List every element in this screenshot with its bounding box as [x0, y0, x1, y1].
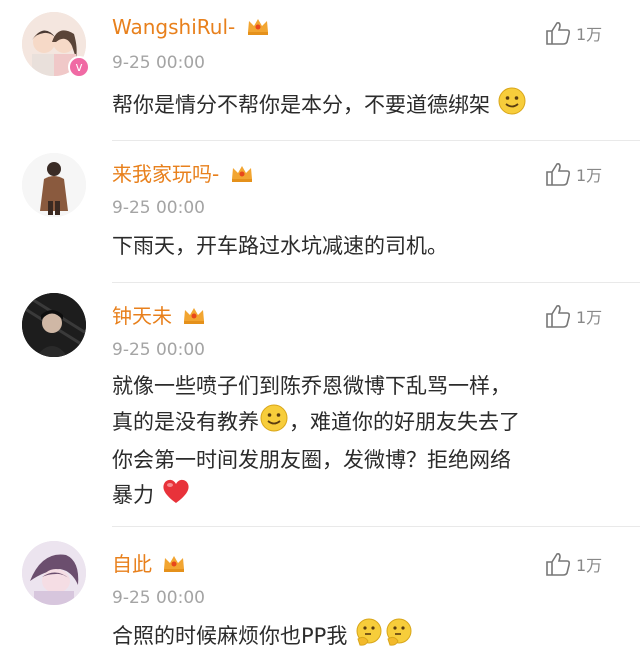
crown-icon — [182, 305, 206, 331]
thinking-emoji-icon — [354, 617, 384, 657]
comment-text: 合照的时候麻烦你也PP我 — [112, 617, 622, 657]
thumbs-up-icon — [546, 553, 571, 576]
smile-emoji-icon — [259, 403, 289, 443]
anime-avatar-icon — [22, 541, 86, 605]
dark-avatar-icon — [22, 293, 86, 357]
heart-icon — [161, 477, 191, 515]
comment-2: 来我家玩吗- 9-25 00:00 1万 下雨天，开车路过水坑减速的司机。 — [0, 141, 640, 281]
like-count: 1万 — [576, 308, 603, 327]
username[interactable]: WangshiRul- — [112, 14, 270, 42]
timestamp: 9-25 00:00 — [112, 198, 205, 218]
like-count: 1万 — [576, 25, 603, 44]
crown-icon — [246, 16, 270, 42]
thinking-emoji-icon — [384, 617, 414, 657]
like-button[interactable]: 1万 — [544, 551, 602, 577]
timestamp: 9-25 00:00 — [112, 340, 205, 360]
comment-1: v WangshiRul- 9-25 00:00 1万 帮你是情分不帮你是本分，… — [0, 0, 640, 140]
vip-badge: v — [68, 56, 90, 78]
person-avatar-icon — [22, 153, 86, 217]
thumbs-up-icon — [546, 22, 571, 45]
username[interactable]: 自此 — [112, 551, 186, 579]
avatar[interactable] — [22, 541, 86, 605]
comment-text: 帮你是情分不帮你是本分，不要道德绑架 — [112, 86, 622, 126]
thumbs-up-icon — [546, 305, 571, 328]
like-button[interactable]: 1万 — [544, 161, 602, 187]
username[interactable]: 钟天未 — [112, 303, 206, 331]
comment-text: 就像一些喷子们到陈乔恩微博下乱骂一样， 真的是没有教养 ，难道你的好朋友失去了 你… — [112, 369, 622, 515]
comment-3: 钟天未 9-25 00:00 1万 就像一些喷子们到陈乔恩微博下乱骂一样， 真的… — [0, 283, 640, 525]
timestamp: 9-25 00:00 — [112, 53, 205, 73]
like-count: 1万 — [576, 556, 603, 575]
username[interactable]: 来我家玩吗- — [112, 161, 254, 189]
crown-icon — [230, 163, 254, 189]
crown-icon — [162, 553, 186, 579]
like-count: 1万 — [576, 166, 603, 185]
like-button[interactable]: 1万 — [544, 20, 602, 46]
thumbs-up-icon — [546, 163, 571, 186]
comment-4: 自此 9-25 00:00 1万 合照的时候麻烦你也PP我 — [0, 527, 640, 669]
avatar[interactable] — [22, 293, 86, 357]
like-button[interactable]: 1万 — [544, 303, 602, 329]
comment-text: 下雨天，开车路过水坑减速的司机。 — [112, 234, 448, 258]
timestamp: 9-25 00:00 — [112, 588, 205, 608]
avatar[interactable] — [22, 153, 86, 217]
smile-emoji-icon — [497, 86, 527, 126]
